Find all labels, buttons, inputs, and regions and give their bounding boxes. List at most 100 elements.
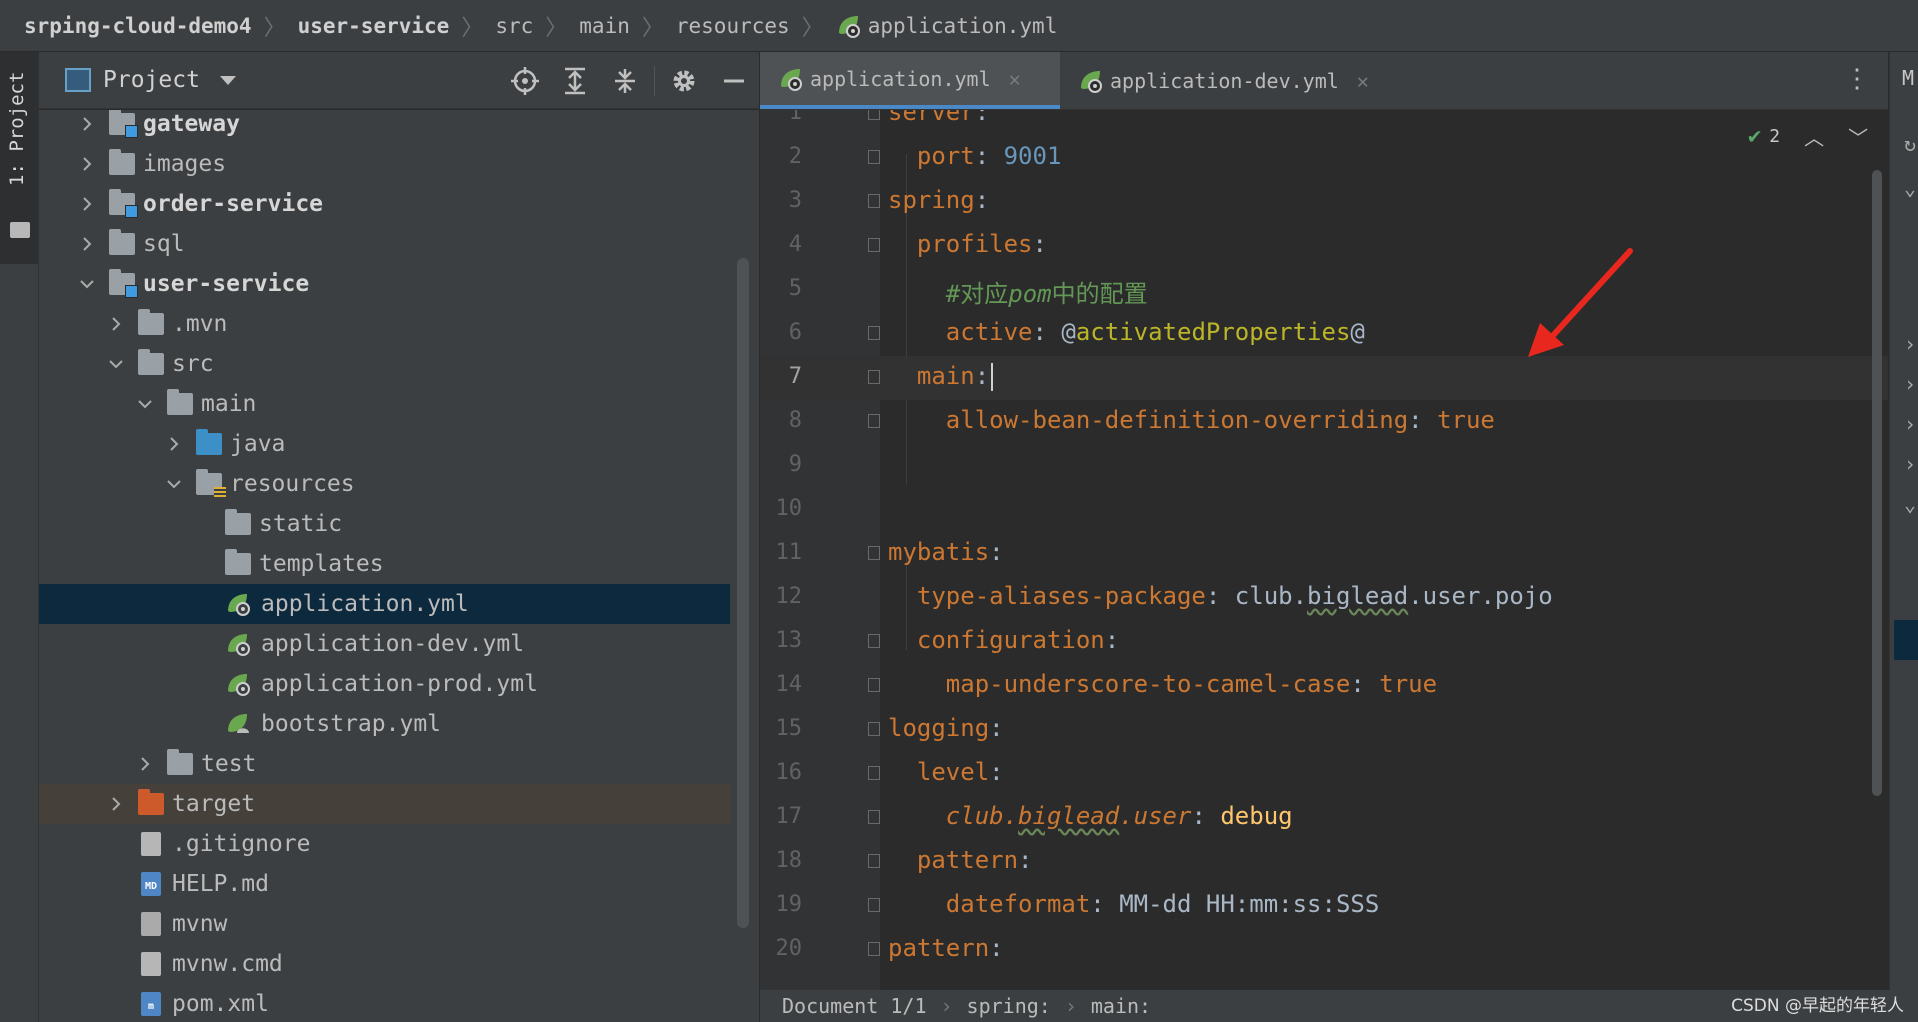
tree-item[interactable]: images xyxy=(39,144,730,184)
breadcrumb-item-resources[interactable]: resources xyxy=(676,14,790,38)
collapse-all-icon[interactable] xyxy=(610,66,640,96)
fold-marker-icon[interactable] xyxy=(868,678,880,692)
chevron-right-icon[interactable] xyxy=(75,232,99,256)
tree-item[interactable]: main xyxy=(39,384,730,424)
code-line[interactable]: 11 mybatis: xyxy=(760,532,1888,576)
maven-tab-label[interactable]: M xyxy=(1902,66,1914,90)
tree-item[interactable]: order-service xyxy=(39,184,730,224)
chevron-right-icon[interactable] xyxy=(133,752,157,776)
tree-item[interactable]: gateway xyxy=(39,110,730,144)
chevron-down-icon[interactable]: ⌄ xyxy=(1904,492,1916,516)
breadcrumb-item-main[interactable]: main xyxy=(579,14,630,38)
code-line[interactable]: 6 active: @activatedProperties@ xyxy=(760,312,1888,356)
maven-selected-row[interactable] xyxy=(1894,620,1918,660)
breadcrumb-item-file[interactable]: application.yml xyxy=(836,13,1057,39)
fold-marker-icon[interactable] xyxy=(868,854,880,868)
gear-icon[interactable] xyxy=(669,66,699,96)
code-line[interactable]: 20 pattern: xyxy=(760,928,1888,972)
code-line[interactable]: 1 server: xyxy=(760,110,1888,136)
fold-marker-icon[interactable] xyxy=(868,766,880,780)
editor-scrollbar[interactable] xyxy=(1872,170,1882,796)
project-panel-title[interactable]: Project xyxy=(103,67,200,93)
tree-item[interactable]: MD HELP.md xyxy=(39,864,730,904)
code-line[interactable]: 16 level: xyxy=(760,752,1888,796)
chevron-right-icon[interactable]: › xyxy=(1904,412,1916,436)
chevron-down-icon[interactable]: ⌄ xyxy=(1904,176,1916,200)
chevron-right-icon[interactable]: › xyxy=(1904,452,1916,476)
tree-item[interactable]: src xyxy=(39,344,730,384)
fold-marker-icon[interactable] xyxy=(868,194,880,208)
tab-application-dev-yml[interactable]: application-dev.yml ✕ xyxy=(1060,52,1390,109)
fold-marker-icon[interactable] xyxy=(868,634,880,648)
code-line[interactable]: 14 map-underscore-to-camel-case: true xyxy=(760,664,1888,708)
tab-application-yml[interactable]: application.yml ✕ xyxy=(760,52,1060,109)
tree-item[interactable]: .gitignore xyxy=(39,824,730,864)
fold-marker-icon[interactable] xyxy=(868,110,880,120)
chevron-right-icon[interactable]: › xyxy=(1904,332,1916,356)
tree-item[interactable]: .mvn xyxy=(39,304,730,344)
expand-all-icon[interactable] xyxy=(560,66,590,96)
code-line[interactable]: 9 xyxy=(760,444,1888,488)
code-line[interactable]: 12 type-aliases-package: club.biglead.us… xyxy=(760,576,1888,620)
chevron-right-icon[interactable] xyxy=(104,312,128,336)
tree-item[interactable]: application-dev.yml xyxy=(39,624,730,664)
tree-item[interactable]: application.yml xyxy=(39,584,730,624)
tree-item[interactable]: test xyxy=(39,744,730,784)
code-line[interactable]: 4 profiles: xyxy=(760,224,1888,268)
chevron-right-icon[interactable] xyxy=(162,432,186,456)
chevron-right-icon[interactable]: › xyxy=(1904,372,1916,396)
chevron-up-icon[interactable]: ︿ xyxy=(1804,122,1824,151)
fold-marker-icon[interactable] xyxy=(868,370,880,384)
close-icon[interactable]: ✕ xyxy=(1009,67,1021,91)
inspection-widget[interactable]: ✔ 2 ︿ ﹀ xyxy=(1748,122,1868,151)
fold-marker-icon[interactable] xyxy=(868,722,880,736)
tree-item[interactable]: target xyxy=(39,784,730,824)
locate-icon[interactable] xyxy=(510,66,540,96)
fold-marker-icon[interactable] xyxy=(868,810,880,824)
minimize-icon[interactable] xyxy=(719,66,749,96)
tree-item[interactable]: bootstrap.yml xyxy=(39,704,730,744)
code-line[interactable]: 3 spring: xyxy=(760,180,1888,224)
document-indicator[interactable]: Document 1/1 xyxy=(782,994,927,1018)
chevron-down-icon[interactable] xyxy=(75,272,99,296)
code-editor[interactable]: 1 server: 2 port: 9001 3 spring: 4 profiles: 5… xyxy=(760,110,1888,990)
dropdown-caret-icon[interactable] xyxy=(219,75,236,85)
fold-marker-icon[interactable] xyxy=(868,898,880,912)
tree-item[interactable]: java xyxy=(39,424,730,464)
fold-marker-icon[interactable] xyxy=(868,150,880,164)
code-line[interactable]: 8 allow-bean-definition-overriding: true xyxy=(760,400,1888,444)
tree-item[interactable]: user-service xyxy=(39,264,730,304)
code-line[interactable]: 10 xyxy=(760,488,1888,532)
tree-item[interactable]: m pom.xml xyxy=(39,984,730,1022)
project-tool-window-tab[interactable]: 1: Project xyxy=(0,52,38,264)
tree-item[interactable]: sql xyxy=(39,224,730,264)
code-line[interactable]: 18 pattern: xyxy=(760,840,1888,884)
breadcrumb-item-module[interactable]: user-service xyxy=(298,14,450,38)
close-icon[interactable]: ✕ xyxy=(1357,69,1369,93)
fold-marker-icon[interactable] xyxy=(868,326,880,340)
chevron-right-icon[interactable] xyxy=(75,112,99,136)
chevron-right-icon[interactable] xyxy=(75,152,99,176)
more-options-icon[interactable]: ⋮ xyxy=(1844,66,1870,92)
refresh-icon[interactable]: ↻ xyxy=(1904,132,1916,156)
breadcrumb-item-src[interactable]: src xyxy=(495,14,533,38)
code-line[interactable]: 19 dateformat: MM-dd HH:mm:ss:SSS xyxy=(760,884,1888,928)
tree-item[interactable]: mvnw.cmd xyxy=(39,944,730,984)
tree-item[interactable]: application-prod.yml xyxy=(39,664,730,704)
code-line[interactable]: 17 club.biglead.user: debug xyxy=(760,796,1888,840)
tree-item[interactable]: templates xyxy=(39,544,730,584)
project-tree-scrollbar[interactable] xyxy=(737,258,749,928)
breadcrumb-item-project[interactable]: srping-cloud-demo4 xyxy=(24,14,252,38)
chevron-down-icon[interactable] xyxy=(104,352,128,376)
tree-item[interactable]: mvnw xyxy=(39,904,730,944)
chevron-right-icon[interactable] xyxy=(104,792,128,816)
code-line[interactable]: 13 configuration: xyxy=(760,620,1888,664)
fold-marker-icon[interactable] xyxy=(868,238,880,252)
chevron-down-icon[interactable] xyxy=(162,472,186,496)
yaml-path-main[interactable]: main: xyxy=(1091,994,1151,1018)
code-line[interactable]: 2 port: 9001 xyxy=(760,136,1888,180)
fold-marker-icon[interactable] xyxy=(868,942,880,956)
fold-marker-icon[interactable] xyxy=(868,546,880,560)
chevron-down-icon[interactable]: ﹀ xyxy=(1848,122,1868,151)
yaml-path-spring[interactable]: spring: xyxy=(967,994,1051,1018)
